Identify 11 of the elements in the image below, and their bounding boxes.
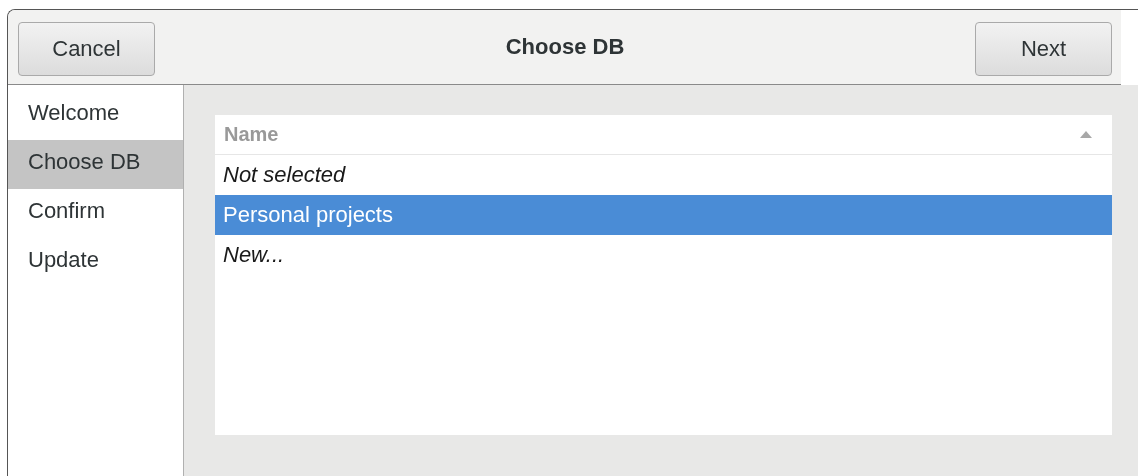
next-button[interactable]: Next — [975, 21, 1112, 76]
cancel-button[interactable]: Cancel — [18, 21, 155, 76]
sidebar-item[interactable]: Welcome — [8, 91, 183, 140]
column-title: Name — [224, 123, 279, 146]
list-row[interactable]: Not selected — [215, 155, 1112, 195]
window-title: Choose DB — [505, 34, 625, 60]
sidebar-item[interactable]: Choose DB — [8, 140, 183, 189]
sidebar-item[interactable]: Update — [8, 238, 183, 287]
list-row[interactable]: New... — [215, 235, 1112, 275]
sidebar-item[interactable]: Confirm — [8, 189, 183, 238]
sort-ascending-icon — [1080, 131, 1092, 138]
